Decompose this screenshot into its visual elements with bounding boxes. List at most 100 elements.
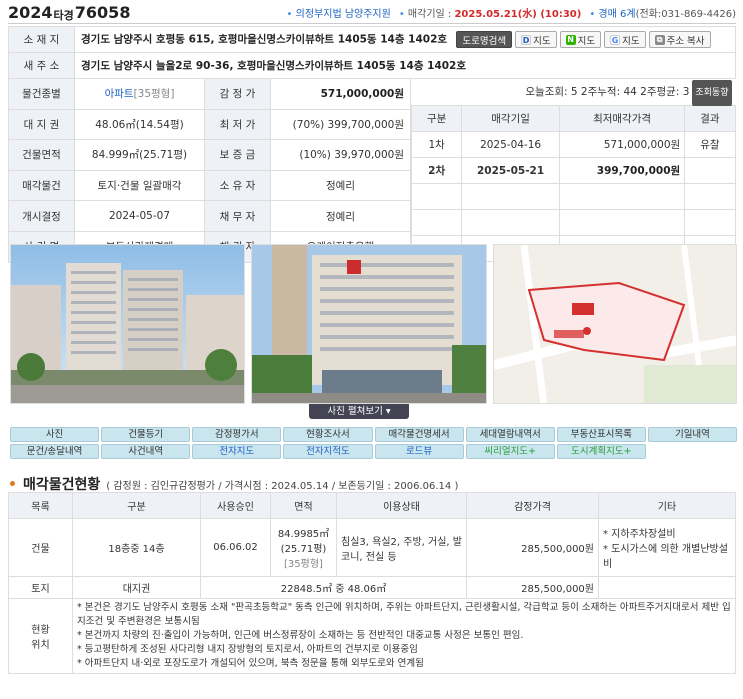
hist-header-date: 매각기일: [461, 105, 560, 132]
case-info-table: 소 재 지 경기도 남양주시 호평동 615, 호평마을신명스카이뷰하트 140…: [8, 26, 736, 263]
sale-date-label: 매각기일 :: [407, 9, 452, 20]
tab-e-map[interactable]: 전자지도: [192, 444, 282, 459]
min-price-value: (70%) 399,700,000원: [270, 108, 411, 141]
section-bullet-icon: •: [8, 477, 17, 493]
items-header-kind: 구분: [72, 492, 201, 519]
hist-header-price: 최저매각가격: [558, 105, 686, 132]
owner-value: 정예리: [270, 169, 411, 202]
naver-icon: N: [565, 34, 576, 45]
building-area-value: 84.999㎡(25.71평): [74, 139, 205, 171]
court-name[interactable]: 의정부지법 남양주지원: [296, 9, 391, 20]
table-row: 건물 18층중 14층 06.06.02 84.9985㎡ (25.71평) […: [8, 518, 736, 577]
start-date-label: 개시결정: [8, 200, 75, 232]
case-year: 2024: [8, 3, 53, 22]
land-right-value: 48.06㎡(14.54평): [74, 108, 205, 141]
appraisal-value: 571,000,000원: [320, 88, 404, 101]
copy-address-button[interactable]: ⧉ 주소 복사: [648, 31, 711, 48]
land-row-label: 토지: [8, 576, 73, 599]
tab-documents[interactable]: 문건/송달내역: [10, 444, 100, 459]
property-size-class: [35평형]: [133, 88, 175, 101]
building-approved: 06.06.02: [200, 518, 271, 577]
view-trend-button[interactable]: 조회동향: [692, 80, 732, 106]
tab-urban-plan-map[interactable]: 도시계획지도+: [556, 444, 646, 459]
building-status: 침실3, 욕실2, 주방, 거실, 발코니, 전실 등: [336, 518, 467, 577]
google-map-button[interactable]: G 지도: [604, 31, 646, 48]
case-number: 76058: [74, 3, 131, 22]
tab-case-history[interactable]: 사건내역: [101, 444, 191, 459]
sale-date: 2025.05.21(水) (10:30): [454, 9, 582, 20]
sale-object-label: 매각물건: [8, 169, 75, 202]
new-address-value: 경기도 남양주시 늘을2로 90-36, 호평마을신명스카이뷰하트 1405동 …: [81, 60, 467, 72]
history-row: 2차 2025-05-21 399,700,000원: [410, 157, 736, 184]
start-date-value: 2024-05-07: [74, 200, 205, 232]
building-price: 285,500,000원: [466, 518, 599, 577]
tab-appraisal[interactable]: 감정평가서: [192, 427, 282, 442]
items-header-etc: 기타: [598, 492, 736, 519]
case-header: 2024 타경 76058 • 의정부지법 남양주지원 • 매각기일 : 202…: [8, 3, 736, 24]
address-value: 경기도 남양주시 호평동 615, 호평마을신명스카이뷰하트 1405동 14층…: [81, 33, 448, 46]
tab-cadastral-map[interactable]: 전자지적도: [283, 444, 373, 459]
tab-schedule[interactable]: 기일내역: [647, 427, 737, 442]
building-area: 84.9985㎡ (25.71평) [35평형]: [270, 518, 337, 577]
debtor-label: 채 무 자: [204, 200, 271, 232]
items-header-list: 목록: [8, 492, 73, 519]
view-stats: 오늘조회: 5 2주누적: 44 2주평균: 3 조회동향: [411, 79, 736, 106]
tab-property-list[interactable]: 부동산표시목록: [556, 427, 646, 442]
document-tabs: 사진 건물등기 감정평가서 현황조사서 매각물건명세서 세대열람내역서 부동산표…: [10, 427, 737, 459]
hist-header-no: 구분: [410, 105, 463, 132]
location-label: 현황 위치: [8, 598, 73, 674]
location-description: * 본건은 경기도 남양주시 호평동 소재 "판곡초등학교" 동측 인근에 위치…: [72, 598, 736, 674]
daum-map-button[interactable]: D 지도: [515, 31, 557, 48]
land-right-label: 대 지 권: [8, 108, 75, 141]
section-header: • 매각물건현황 ( 감정원 : 김인규감정평가 / 가격시점 : 2024.0…: [8, 474, 736, 494]
tab-household-record[interactable]: 세대열람내역서: [465, 427, 555, 442]
deposit-value: (10%) 39,970,000원: [270, 139, 411, 171]
building-etc: * 지하주차장설비 * 도시가스에 의한 개별난방설비: [598, 518, 736, 577]
tab-photos[interactable]: 사진: [10, 427, 100, 442]
tab-roadview[interactable]: 로드뷰: [374, 444, 464, 459]
items-header-price: 감정가격: [466, 492, 599, 519]
tab-sale-spec[interactable]: 매각물건명세서: [374, 427, 464, 442]
expand-photos-button[interactable]: 사진 펼쳐보기 ▾: [309, 404, 409, 419]
google-icon: G: [610, 34, 621, 45]
sale-object-value: 토지·건물 일괄매각: [74, 169, 205, 202]
new-address-label: 새 주 소: [8, 52, 75, 79]
building-row-label: 건물: [8, 518, 73, 577]
tab-serial-map[interactable]: 씨리얼지도+: [465, 444, 555, 459]
dept-phone: (전화:031-869-4426): [635, 9, 736, 20]
debtor-value: 정예리: [270, 200, 411, 232]
building-area-label: 건물면적: [8, 139, 75, 171]
location-map[interactable]: [493, 244, 737, 404]
chevron-down-icon: ▾: [385, 406, 391, 417]
deposit-label: 보 증 금: [204, 139, 271, 171]
address-label: 소 재 지: [8, 26, 75, 53]
tab-status-report[interactable]: 현황조사서: [283, 427, 373, 442]
appraisal-label: 감 정 가: [204, 78, 271, 110]
land-price: 285,500,000원: [466, 576, 599, 599]
tab-building-registry[interactable]: 건물등기: [101, 427, 191, 442]
min-price-label: 최 저 가: [204, 108, 271, 141]
land-area: 22848.5㎡ 중 48.06㎡: [200, 576, 467, 599]
section-title: 매각물건현황: [22, 477, 101, 493]
building-photo-1[interactable]: [10, 244, 245, 404]
building-kind: 18층중 14층: [72, 518, 201, 577]
property-type[interactable]: 아파트: [105, 88, 134, 100]
case-type: 타경: [53, 8, 74, 22]
sale-history-table: 구분 매각기일 최저매각가격 결과 1차 2025-04-16 571,000,…: [410, 105, 736, 262]
history-row: 1차 2025-04-16 571,000,000원 유찰: [410, 131, 736, 158]
table-row: 토지 대지권 22848.5㎡ 중 48.06㎡ 285,500,000원: [8, 576, 736, 599]
items-header-approved: 사용승인: [200, 492, 271, 519]
owner-label: 소 유 자: [204, 169, 271, 202]
land-kind: 대지권: [72, 576, 201, 599]
building-photo-2[interactable]: [251, 244, 487, 404]
road-name-search-button[interactable]: 도로명검색: [456, 31, 513, 48]
sale-items-table: 목록 구분 사용승인 면적 이용상태 감정가격 기타 건물 18층중 14층 0…: [8, 492, 736, 674]
section-meta: ( 감정원 : 김인규감정평가 / 가격시점 : 2024.05.14 / 보존…: [106, 481, 459, 492]
type-label: 물건종별: [8, 78, 75, 110]
items-header-area: 면적: [270, 492, 337, 519]
naver-map-button[interactable]: N 지도: [559, 31, 602, 48]
items-header-status: 이용상태: [336, 492, 467, 519]
hist-header-result: 결과: [684, 105, 736, 132]
daum-icon: D: [521, 34, 532, 45]
auction-dept[interactable]: 경매 6계: [598, 9, 635, 20]
